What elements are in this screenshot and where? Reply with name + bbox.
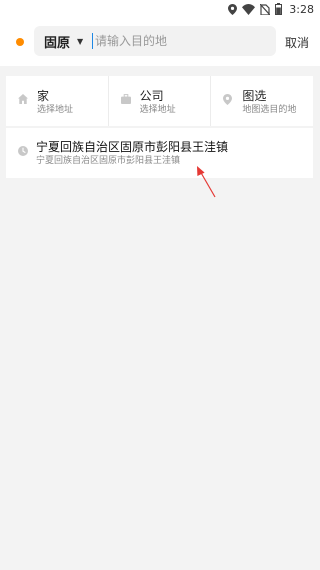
annotation-arrow-icon [197, 166, 216, 198]
